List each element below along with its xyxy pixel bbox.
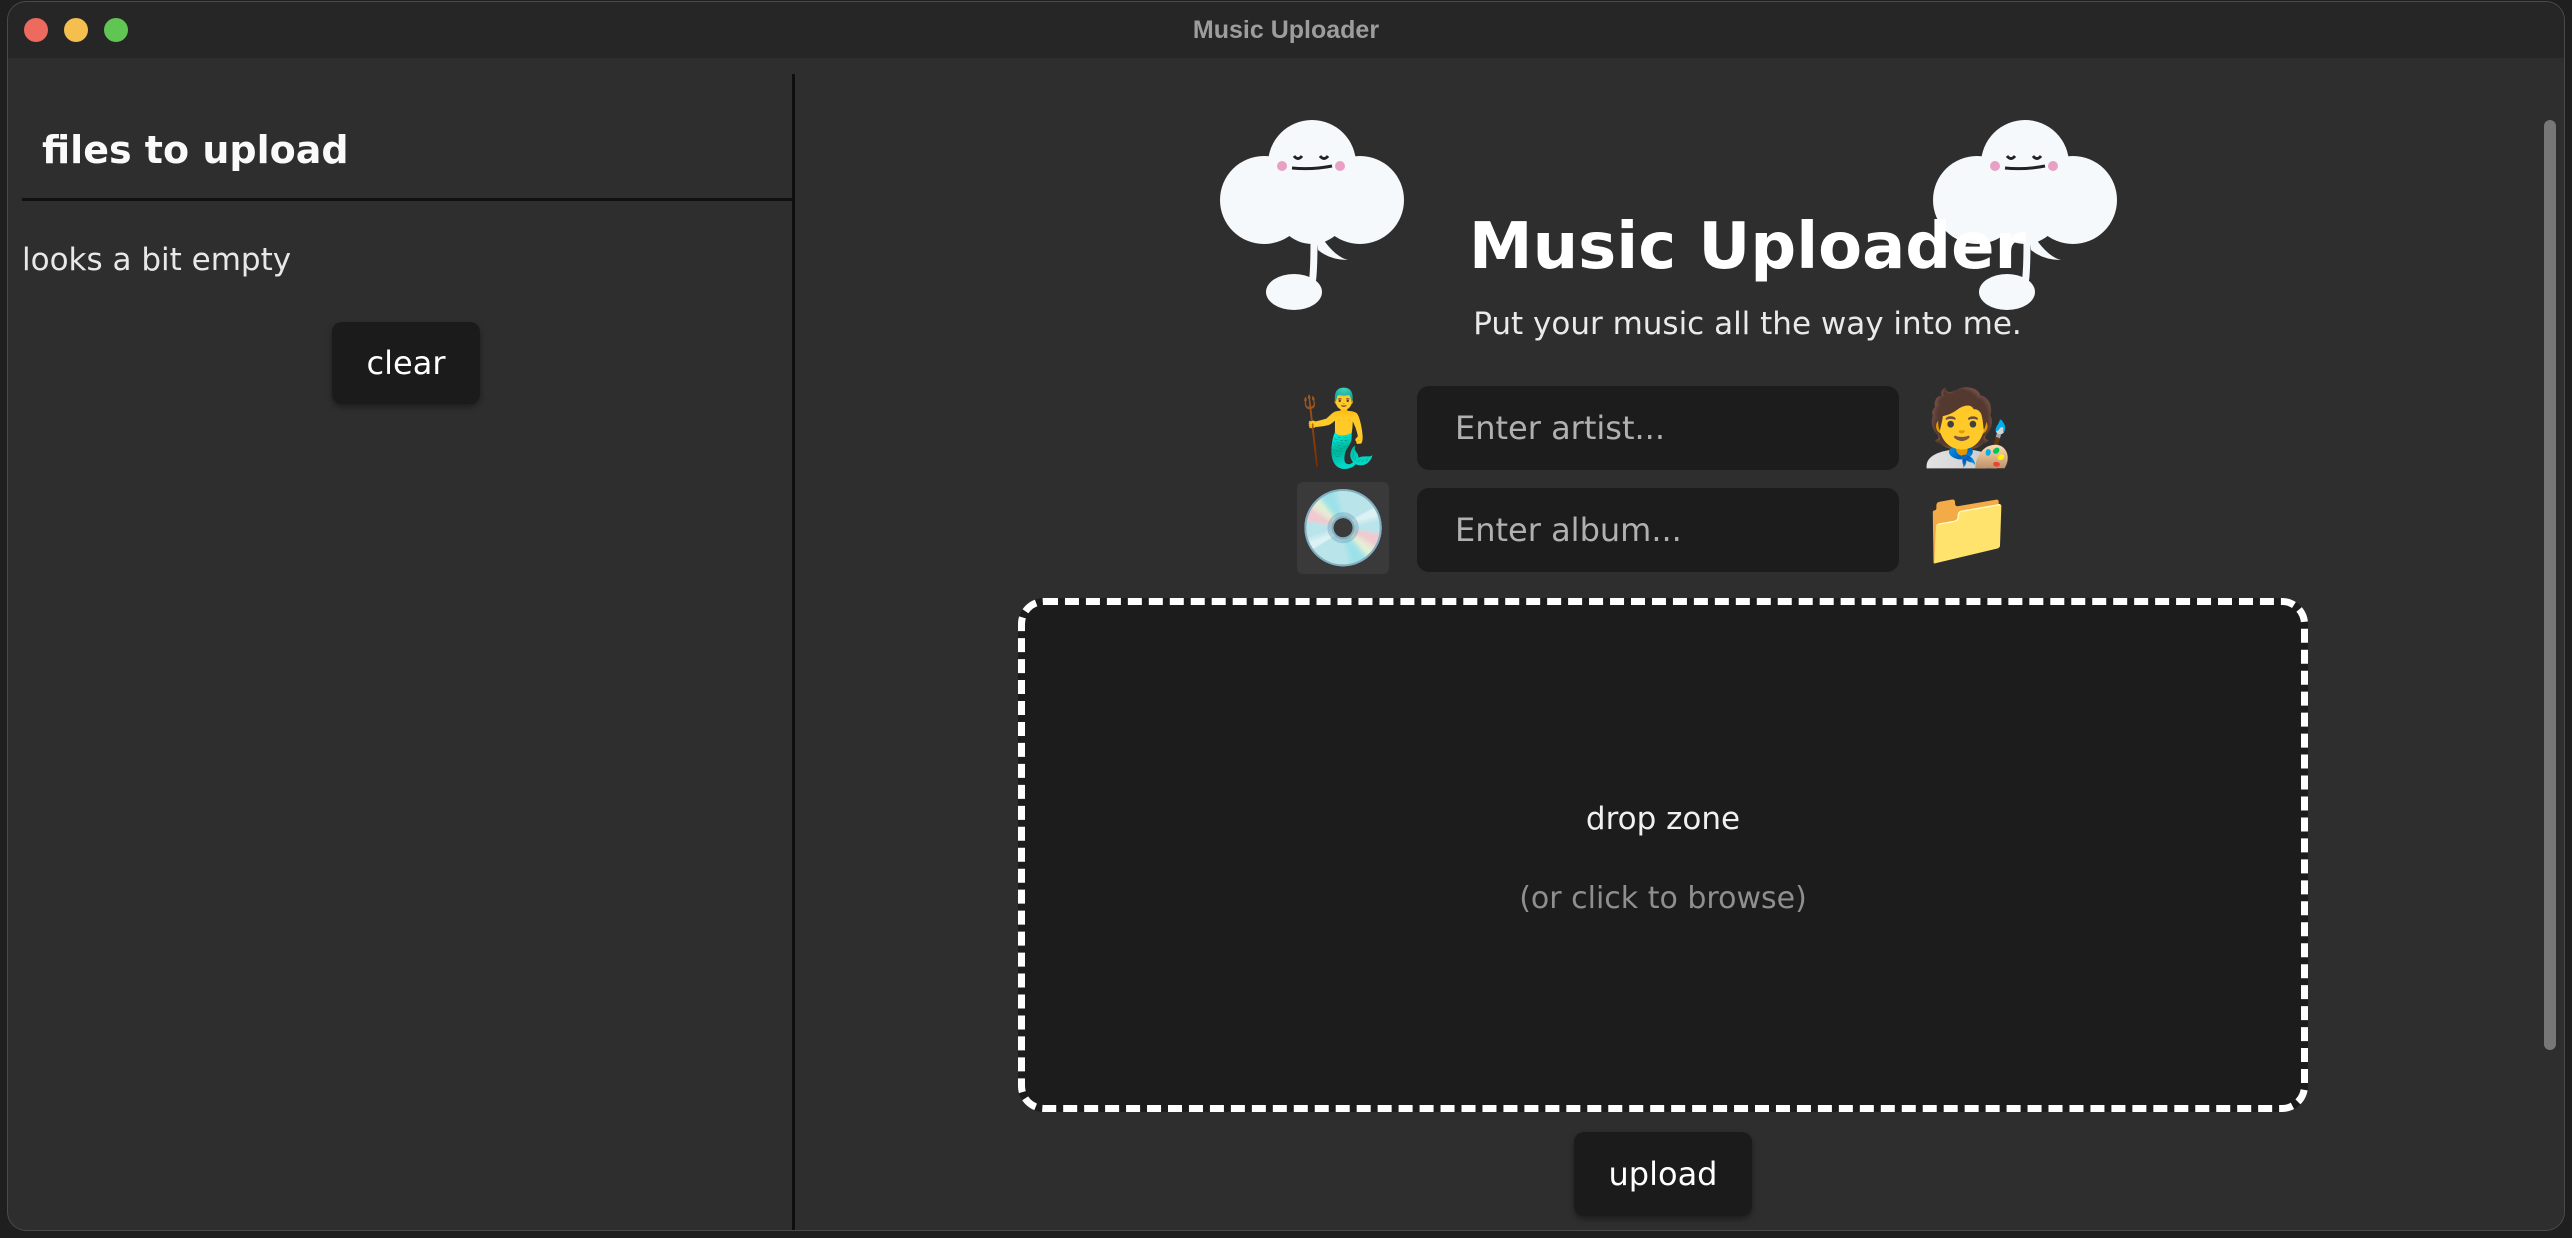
folder-icon: 📁 <box>1921 485 2014 571</box>
tagline: Put your music all the way into me. <box>1473 306 2022 342</box>
cd-icon: 💿 <box>1297 482 1389 574</box>
album-input[interactable] <box>1417 488 1899 572</box>
scrollbar[interactable] <box>2544 120 2556 1050</box>
drop-zone-subtitle: (or click to browse) <box>1519 881 1807 916</box>
app-heading: Music Uploader <box>1468 210 2027 284</box>
merman-icon: 🧜‍♂️ <box>1297 385 1390 471</box>
app-window: Music Uploader files to upload looks a b… <box>8 2 2564 1230</box>
main-panel: Music Uploader Put your music all the wa… <box>795 58 2564 1230</box>
window-title: Music Uploader <box>1192 16 1380 44</box>
drop-zone[interactable]: drop zone (or click to browse) <box>1018 598 2308 1112</box>
artist-person-icon: 🧑‍🎨 <box>1921 385 2014 471</box>
upload-button[interactable]: upload <box>1574 1132 1752 1216</box>
empty-message: looks a bit empty <box>22 242 292 278</box>
artist-input[interactable] <box>1417 386 1899 470</box>
sidebar-title: files to upload <box>42 128 349 172</box>
drop-zone-title: drop zone <box>1585 801 1741 837</box>
clear-button[interactable]: clear <box>332 322 480 404</box>
files-sidebar: files to upload looks a bit empty clear <box>8 74 795 1230</box>
title-bar: Music Uploader <box>8 2 2564 58</box>
sidebar-divider <box>22 198 792 201</box>
